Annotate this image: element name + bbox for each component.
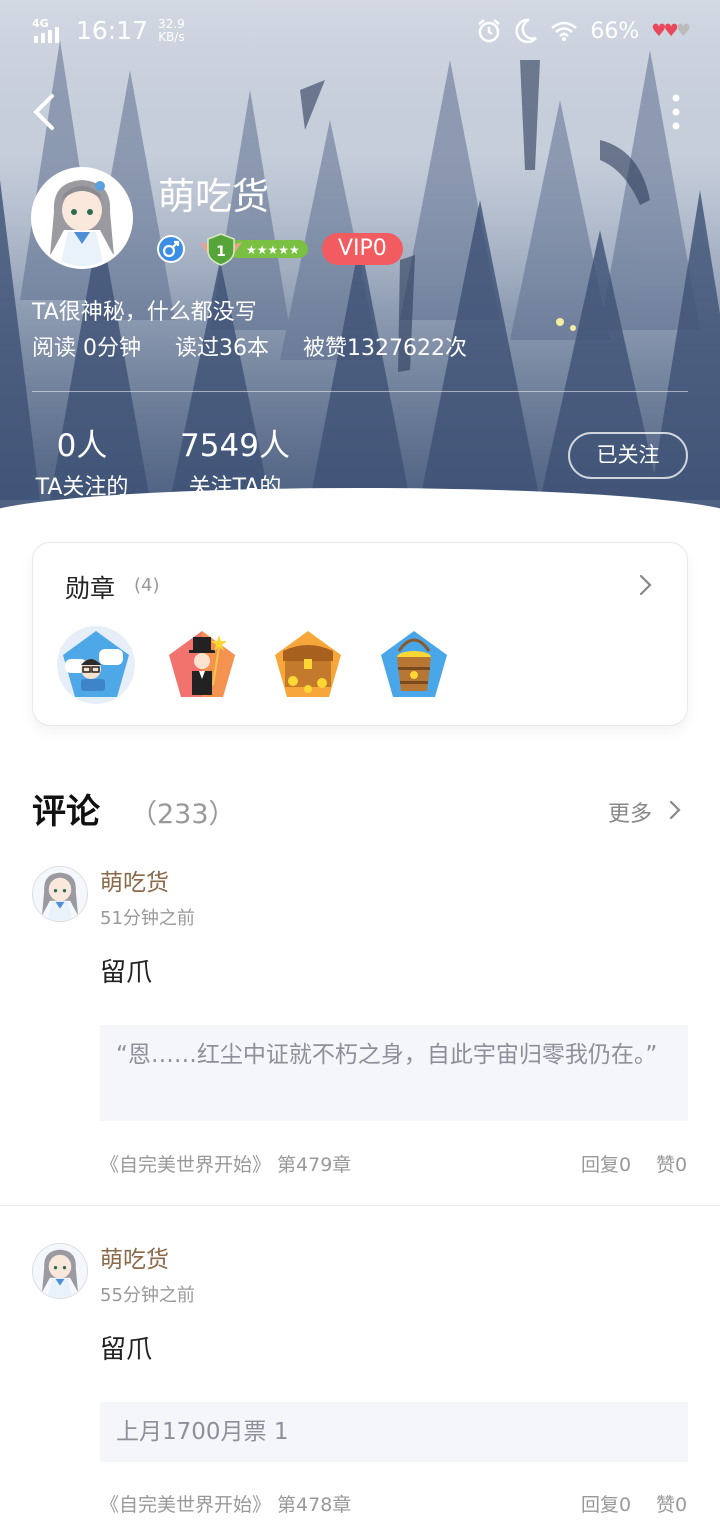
alarm-icon bbox=[478, 19, 501, 43]
comment-time: 51分钟之前 bbox=[100, 908, 195, 929]
followers-count: 7549人 bbox=[180, 428, 290, 464]
network-speed: 32.9 KB/s bbox=[158, 16, 185, 44]
likes-received: 被赞1327622次 bbox=[303, 336, 467, 361]
following-count: 0人 bbox=[56, 428, 108, 464]
svg-text:1: 1 bbox=[216, 244, 226, 260]
vip-badge[interactable]: VIP0 bbox=[322, 233, 403, 265]
tycoon-medal-icon[interactable] bbox=[161, 625, 243, 705]
medal-count: (4) bbox=[134, 575, 160, 596]
comment-text: 留爪 bbox=[100, 958, 153, 988]
medal-title: 勋章 bbox=[65, 574, 116, 603]
status-bar: 4G 16:17 32.9 KB/s 66% ♥♥♥ bbox=[0, 0, 720, 64]
comment-author[interactable]: 萌吃货 bbox=[100, 1240, 169, 1274]
books-read: 读过36本 bbox=[175, 336, 269, 361]
followers-stat[interactable]: 7549人 关注TA的 bbox=[180, 420, 290, 501]
badges-row: ★★★★★ 1 VIP0 bbox=[156, 232, 403, 266]
quoted-passage[interactable]: “恩……红尘中证就不朽之身，自此宇宙归零我仍在。” bbox=[100, 1025, 688, 1121]
avatar[interactable] bbox=[32, 866, 88, 922]
chevron-right-icon[interactable] bbox=[635, 571, 655, 599]
followers-label: 关注TA的 bbox=[188, 475, 282, 500]
comment-time: 55分钟之前 bbox=[100, 1285, 195, 1306]
following-label: TA关注的 bbox=[35, 475, 129, 500]
clock: 16:17 bbox=[76, 16, 149, 45]
following-stat[interactable]: 0人 TA关注的 bbox=[32, 420, 132, 501]
hearts-icon: ♥♥♥ bbox=[651, 21, 691, 41]
battery-percent: 66% bbox=[590, 18, 640, 44]
anime-girl-avatar-icon bbox=[33, 867, 87, 921]
bio: TA很神秘，什么都没写 bbox=[32, 300, 257, 325]
signal-icon: 4G bbox=[32, 18, 59, 43]
comment-text: 留爪 bbox=[100, 1335, 153, 1365]
avatar[interactable] bbox=[32, 1243, 88, 1299]
comment-divider bbox=[0, 1205, 720, 1206]
moon-icon bbox=[515, 18, 538, 44]
svg-text:★★★★★: ★★★★★ bbox=[246, 243, 300, 257]
wifi-icon bbox=[551, 21, 578, 41]
quoted-passage[interactable]: 上月1700月票 1 bbox=[100, 1402, 688, 1462]
comment-author[interactable]: 萌吃货 bbox=[100, 863, 169, 897]
anime-girl-avatar-icon bbox=[33, 1244, 87, 1298]
medal-card[interactable]: 勋章 (4) bbox=[32, 542, 688, 726]
read-time: 阅读 0分钟 bbox=[32, 336, 141, 361]
reply-button[interactable]: 回复0 bbox=[581, 1490, 631, 1517]
book-chapter-link[interactable]: 《自完美世界开始》 第478章 bbox=[100, 1490, 351, 1517]
chevron-right-icon[interactable] bbox=[666, 797, 684, 823]
followed-button[interactable]: 已关注 bbox=[568, 432, 688, 479]
avatar[interactable] bbox=[31, 167, 133, 269]
back-arrow-icon[interactable] bbox=[26, 88, 66, 136]
anime-girl-avatar-icon bbox=[34, 170, 130, 266]
svg-text:4G: 4G bbox=[32, 18, 49, 30]
more-comments-link[interactable]: 更多 bbox=[608, 796, 652, 828]
treasure-chest-medal-icon[interactable] bbox=[267, 625, 349, 705]
chat-medal-icon[interactable] bbox=[55, 625, 137, 705]
comments-title: 评论 bbox=[32, 792, 100, 832]
username: 萌吃货 bbox=[158, 175, 269, 218]
male-icon bbox=[157, 235, 185, 263]
level-badge-icon: ★★★★★ 1 bbox=[200, 233, 308, 266]
book-chapter-link[interactable]: 《自完美世界开始》 第479章 bbox=[100, 1150, 351, 1177]
reply-button[interactable]: 回复0 bbox=[581, 1150, 631, 1177]
gold-bucket-medal-icon[interactable] bbox=[373, 625, 455, 705]
reading-stats: 阅读 0分钟 读过36本 被赞1327622次 bbox=[32, 330, 467, 362]
like-button[interactable]: 赞0 bbox=[656, 1490, 687, 1517]
more-options-icon[interactable] bbox=[662, 92, 690, 136]
header-divider bbox=[32, 391, 688, 392]
like-button[interactable]: 赞0 bbox=[656, 1150, 687, 1177]
comments-count: （233） bbox=[130, 799, 236, 830]
